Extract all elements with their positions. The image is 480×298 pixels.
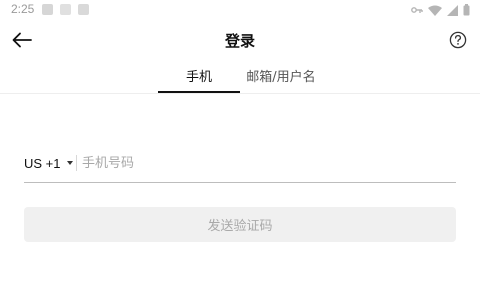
notification-icon (42, 4, 53, 15)
login-screen: 2:25 登录 手机 邮箱/用户名 US +1 手机号码 发送验证码 (0, 0, 480, 298)
battery-icon (463, 4, 470, 16)
input-divider (76, 155, 77, 171)
help-circle-icon (449, 31, 467, 49)
vpn-key-icon (411, 7, 423, 13)
notification-icon (60, 4, 71, 15)
country-code-select[interactable]: US +1 (24, 154, 73, 172)
caret-down-icon (66, 161, 73, 165)
app-header: 登录 (0, 22, 480, 58)
status-icons (411, 3, 470, 17)
tab-email-username[interactable]: 邮箱/用户名 (240, 60, 322, 91)
status-bar: 2:25 (0, 0, 480, 20)
country-code-label: US +1 (24, 155, 61, 171)
notification-icon (78, 4, 89, 15)
tab-phone[interactable]: 手机 (158, 60, 240, 93)
help-button[interactable] (446, 28, 470, 52)
page-title: 登录 (224, 32, 255, 50)
send-code-button[interactable]: 发送验证码 (24, 207, 456, 242)
signal-icon (447, 4, 458, 16)
phone-number-input[interactable] (82, 150, 452, 176)
login-method-tabs: 手机 邮箱/用户名 (0, 60, 480, 94)
status-time: 2:25 (11, 2, 35, 16)
wifi-icon (428, 5, 442, 16)
phone-input-row: US +1 (24, 148, 456, 183)
